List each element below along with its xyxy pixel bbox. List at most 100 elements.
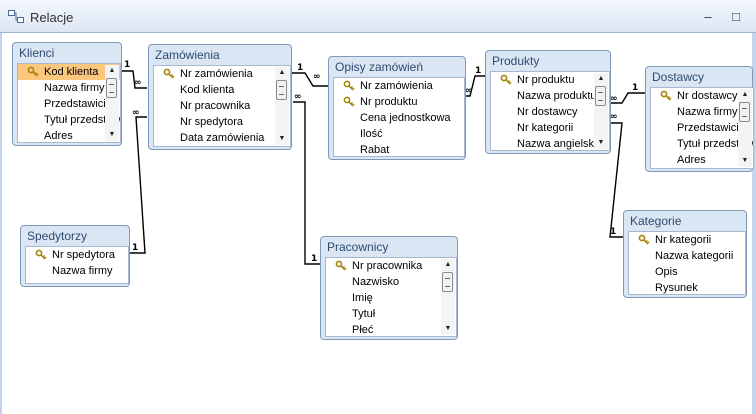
field-list[interactable]: Kod klienta Nazwa firmy Przedstawiciel T… bbox=[17, 63, 121, 143]
scrollbar[interactable]: ▲ ▼ bbox=[738, 89, 752, 167]
key-icon bbox=[343, 96, 355, 107]
field-row[interactable]: Rysunek bbox=[629, 280, 745, 294]
key-icon bbox=[35, 249, 47, 260]
field-row[interactable]: Nazwisko bbox=[326, 274, 456, 290]
scroll-thumb[interactable] bbox=[276, 80, 287, 100]
scroll-down-icon[interactable]: ▼ bbox=[275, 133, 289, 145]
field-label: Przedstawiciel bbox=[677, 122, 748, 134]
field-row[interactable]: Nazwa angielska bbox=[491, 136, 609, 150]
table-kategorie[interactable]: Kategorie Nr kategorii Nazwa kategorii O… bbox=[623, 210, 747, 298]
scroll-down-icon[interactable]: ▼ bbox=[105, 129, 119, 141]
scrollbar[interactable]: ▲ ▼ bbox=[594, 73, 608, 149]
many-label: ∞ bbox=[313, 72, 321, 82]
one-label: 1 bbox=[311, 254, 318, 264]
field-label: Nr kategorii bbox=[655, 234, 712, 246]
field-row[interactable]: Nr spedytora bbox=[154, 114, 290, 130]
field-row[interactable]: Nr zamówienia bbox=[334, 78, 464, 94]
table-dostawcy[interactable]: Dostawcy Nr dostawcy Nazwa firmy Przedst… bbox=[645, 66, 754, 172]
field-list[interactable]: Nr zamówienia Kod klienta Nr pracownika … bbox=[153, 65, 291, 147]
field-row[interactable]: Ilość bbox=[334, 126, 464, 142]
scroll-down-icon[interactable]: ▼ bbox=[594, 137, 608, 149]
field-list[interactable]: Nr dostawcy Nazwa firmy Przedstawiciel T… bbox=[650, 87, 754, 169]
many-label: ∞ bbox=[465, 86, 473, 96]
table-zamowienia[interactable]: Zamówienia Nr zamówienia Kod klienta Nr … bbox=[148, 44, 292, 150]
field-row[interactable]: Nr spedytora bbox=[26, 247, 128, 263]
field-label: Nr dostawcy bbox=[677, 90, 738, 102]
one-label: 1 bbox=[632, 83, 639, 93]
many-label: ∞ bbox=[610, 94, 618, 104]
field-row[interactable]: Imię bbox=[326, 290, 456, 306]
scroll-up-icon[interactable]: ▲ bbox=[275, 67, 289, 79]
field-row[interactable]: Rabat bbox=[334, 142, 464, 156]
table-spedytorzy[interactable]: Spedytorzy Nr spedytora Nazwa firmy bbox=[20, 225, 130, 287]
scroll-up-icon[interactable]: ▲ bbox=[594, 73, 608, 85]
field-list[interactable]: Nr spedytora Nazwa firmy bbox=[25, 246, 129, 284]
field-row[interactable]: Opis bbox=[629, 264, 745, 280]
scroll-up-icon[interactable]: ▲ bbox=[441, 259, 455, 271]
scroll-thumb[interactable] bbox=[442, 272, 453, 292]
one-label: 1 bbox=[610, 227, 617, 237]
scroll-up-icon[interactable]: ▲ bbox=[738, 89, 752, 101]
field-row[interactable]: Tytuł bbox=[326, 306, 456, 322]
field-row[interactable]: Nr pracownika bbox=[154, 98, 290, 114]
table-produkty[interactable]: Produkty Nr produktu Nazwa produktu Nr d… bbox=[485, 50, 611, 154]
field-row[interactable]: Data zamówienia bbox=[154, 130, 290, 146]
field-list[interactable]: Nr pracownika Nazwisko Imię Tytuł Płeć ▲… bbox=[325, 257, 457, 337]
field-label: Nazwa firmy bbox=[677, 106, 738, 118]
key-icon bbox=[335, 260, 347, 271]
key-icon bbox=[500, 74, 512, 85]
field-label: Nr zamówienia bbox=[180, 68, 253, 80]
table-title[interactable]: Produkty bbox=[492, 54, 539, 68]
table-title[interactable]: Opisy zamówień bbox=[335, 60, 423, 74]
field-row[interactable]: Nr dostawcy bbox=[491, 104, 609, 120]
many-label: ∞ bbox=[134, 78, 142, 88]
field-row[interactable]: Nazwa firmy bbox=[26, 263, 128, 279]
field-list[interactable]: Nr kategorii Nazwa kategorii Opis Rysune… bbox=[628, 231, 746, 295]
field-row[interactable]: Nazwa produktu bbox=[491, 88, 609, 104]
scroll-thumb[interactable] bbox=[106, 78, 117, 98]
field-label: Rysunek bbox=[655, 282, 698, 294]
table-opisy-zamowien[interactable]: Opisy zamówień Nr zamówienia Nr produktu… bbox=[328, 56, 466, 160]
left-edge bbox=[0, 33, 2, 414]
field-list[interactable]: Nr produktu Nazwa produktu Nr dostawcy N… bbox=[490, 71, 610, 151]
field-label: Nr produktu bbox=[360, 96, 418, 108]
scroll-down-icon[interactable]: ▼ bbox=[738, 155, 752, 167]
many-label: ∞ bbox=[610, 112, 618, 122]
field-label: Nr zamówienia bbox=[360, 80, 433, 92]
field-row[interactable]: Płeć bbox=[326, 322, 456, 336]
field-label: Nr pracownika bbox=[352, 260, 423, 272]
field-label: Rabat bbox=[360, 144, 390, 156]
field-row[interactable]: Nr pracownika bbox=[326, 258, 456, 274]
scroll-down-icon[interactable]: ▼ bbox=[441, 323, 455, 335]
key-icon bbox=[638, 234, 650, 245]
table-title[interactable]: Spedytorzy bbox=[27, 229, 87, 243]
table-title[interactable]: Klienci bbox=[19, 46, 54, 60]
scroll-thumb[interactable] bbox=[739, 102, 750, 122]
scrollbar[interactable]: ▲ ▼ bbox=[441, 259, 455, 335]
table-title[interactable]: Zamówienia bbox=[155, 48, 220, 62]
scroll-thumb[interactable] bbox=[595, 86, 606, 106]
scroll-up-icon[interactable]: ▲ bbox=[105, 65, 119, 77]
many-label: ∞ bbox=[132, 108, 140, 118]
scrollbar[interactable]: ▲ ▼ bbox=[275, 67, 289, 145]
field-row[interactable]: Nr kategorii bbox=[491, 120, 609, 136]
field-row[interactable]: Nr produktu bbox=[334, 94, 464, 110]
table-title[interactable]: Kategorie bbox=[630, 214, 681, 228]
table-title[interactable]: Dostawcy bbox=[652, 70, 704, 84]
restore-button[interactable]: □ bbox=[727, 9, 745, 25]
field-row[interactable]: Cena jednostkowa bbox=[334, 110, 464, 126]
minimize-button[interactable]: – bbox=[699, 9, 717, 25]
table-klienci[interactable]: Klienci Kod klienta Nazwa firmy Przedsta… bbox=[12, 42, 122, 146]
key-icon bbox=[163, 68, 175, 79]
field-row[interactable]: Nr produktu bbox=[491, 72, 609, 88]
table-pracownicy[interactable]: Pracownicy Nr pracownika Nazwisko Imię T… bbox=[320, 236, 458, 340]
field-list[interactable]: Nr zamówienia Nr produktu Cena jednostko… bbox=[333, 77, 465, 157]
field-label: Płeć bbox=[352, 324, 374, 336]
field-row[interactable]: Nazwa kategorii bbox=[629, 248, 745, 264]
relationships-icon bbox=[8, 10, 24, 23]
field-row[interactable]: Nr zamówienia bbox=[154, 66, 290, 82]
table-title[interactable]: Pracownicy bbox=[327, 240, 388, 254]
field-row[interactable]: Nr kategorii bbox=[629, 232, 745, 248]
field-row[interactable]: Kod klienta bbox=[154, 82, 290, 98]
scrollbar[interactable]: ▲ ▼ bbox=[105, 65, 119, 141]
